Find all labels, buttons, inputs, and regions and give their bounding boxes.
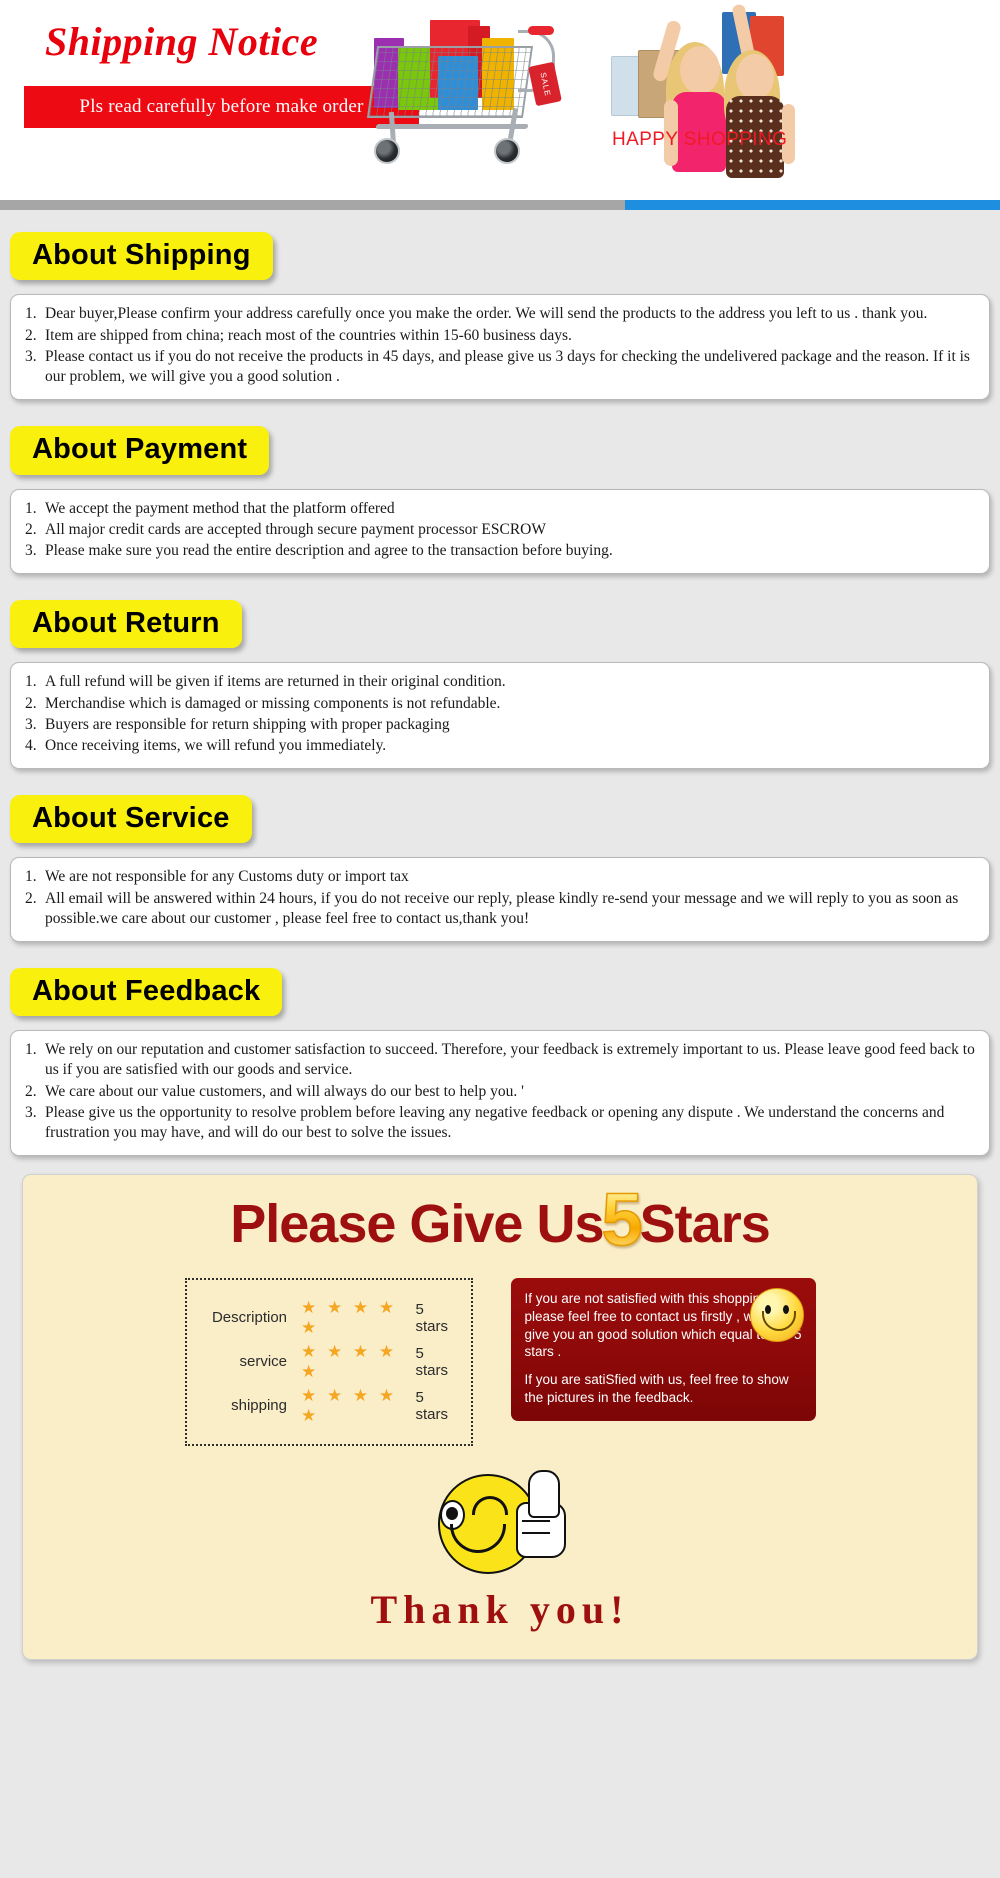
rating-row-service: service ★ ★ ★ ★ ★ 5 stars — [197, 1342, 453, 1382]
divider-bar-gray — [0, 200, 625, 210]
list-item: We are not responsible for any Customs d… — [25, 867, 409, 887]
cart-wheel-right — [494, 138, 520, 164]
rating-value: 5 stars — [415, 1300, 448, 1335]
section-heading-service-label: About Service — [32, 801, 230, 834]
smiley-mouth — [761, 1310, 796, 1331]
ratings-box: Description ★ ★ ★ ★ ★ 5 stars service ★ … — [184, 1277, 473, 1446]
section-heading-return: About Return — [10, 599, 242, 649]
section-body-return: A full refund will be given if items are… — [10, 662, 990, 769]
payment-list: We accept the payment method that the pl… — [25, 499, 975, 562]
rating-value: 5 stars — [415, 1388, 448, 1423]
smiley-face-icon — [749, 1287, 804, 1342]
thank-you-label: Thank you! — [370, 1586, 630, 1632]
list-item: Please give us the opportunity to resolv… — [25, 1103, 945, 1141]
ratings-and-note-row: Description ★ ★ ★ ★ ★ 5 stars service ★ … — [23, 1277, 977, 1446]
sections-container: About Shipping Dear buyer,Please confirm… — [0, 210, 1000, 1660]
list-item: Please contact us if you do not receive … — [25, 347, 970, 385]
cart-basket — [366, 46, 534, 118]
section-heading-service: About Service — [10, 794, 252, 844]
list-item: Item are shipped from china; reach most … — [25, 326, 572, 346]
list-item: Buyers are responsible for return shippi… — [25, 715, 450, 735]
five-stars-panel: Please Give Us 5 Stars Description ★ ★ ★… — [22, 1174, 978, 1660]
section-body-shipping: Dear buyer,Please confirm your address c… — [10, 294, 990, 401]
list-item: Merchandise which is damaged or missing … — [25, 694, 501, 714]
section-about-return: About Return A full refund will be given… — [0, 578, 1000, 769]
give-us-title-before: Please Give Us — [230, 1194, 604, 1255]
satisfaction-note-box: If you are not satisfied with this shopp… — [510, 1277, 816, 1421]
shoppers-illustration — [610, 0, 820, 178]
winking-thumbs-up-icon — [420, 1469, 580, 1582]
rating-label: service — [239, 1353, 287, 1371]
satisfaction-note-paragraph-2: If you are satiSfied with us, feel free … — [524, 1372, 789, 1405]
list-item: All email will be answered within 24 hou… — [25, 889, 959, 927]
section-body-payment: We accept the payment method that the pl… — [10, 488, 990, 574]
section-heading-feedback: About Feedback — [10, 967, 283, 1017]
list-item: We rely on our reputation and customer s… — [25, 1040, 975, 1079]
feedback-list: We rely on our reputation and customer s… — [25, 1040, 975, 1143]
list-item: Once receiving items, we will refund you… — [25, 736, 387, 756]
happy-shopping-label: HAPPY SHOPPING — [612, 129, 788, 150]
section-body-feedback: We rely on our reputation and customer s… — [10, 1030, 990, 1157]
smiley-pupil — [446, 1506, 458, 1520]
section-body-service: We are not responsible for any Customs d… — [10, 857, 990, 942]
list-item: Dear buyer,Please confirm your address c… — [25, 304, 928, 324]
read-carefully-banner-label: Pls read carefully before make order — [79, 96, 364, 117]
rating-row-description: Description ★ ★ ★ ★ ★ 5 stars — [197, 1298, 453, 1338]
section-about-service: About Service We are not responsible for… — [0, 773, 1000, 942]
header-banner-area: Shipping Notice Pls read carefully befor… — [0, 0, 1000, 200]
section-about-payment: About Payment We accept the payment meth… — [0, 404, 1000, 574]
section-heading-shipping-label: About Shipping — [32, 239, 251, 271]
cart-wheel-left — [374, 138, 400, 164]
give-us-title-after: Stars — [639, 1194, 771, 1255]
section-heading-return-label: About Return — [32, 606, 220, 639]
section-about-feedback: About Feedback We rely on our reputation… — [0, 946, 1000, 1157]
list-item: We accept the payment method that the pl… — [25, 499, 395, 519]
shipping-notice-page: Shipping Notice Pls read carefully befor… — [0, 0, 1000, 1680]
give-us-five-stars-title: Please Give Us 5 Stars — [23, 1182, 977, 1257]
section-heading-payment: About Payment — [10, 426, 270, 475]
service-list: We are not responsible for any Customs d… — [25, 867, 975, 928]
cart-frame-bottom — [375, 124, 529, 129]
rating-label: Description — [211, 1309, 287, 1327]
section-heading-shipping: About Shipping — [10, 232, 273, 281]
divider-bars — [0, 200, 1000, 210]
section-about-shipping: About Shipping Dear buyer,Please confirm… — [0, 210, 1000, 401]
five-star-icon-group: ★ ★ ★ ★ ★ — [301, 1385, 398, 1425]
list-item: We care about our value customers, and w… — [25, 1082, 524, 1102]
divider-bar-blue — [625, 200, 1000, 210]
five-star-icon-group: ★ ★ ★ ★ ★ — [301, 1297, 398, 1337]
thumbs-up-knuckle-line-2 — [522, 1531, 550, 1534]
list-item: All major credit cards are accepted thro… — [25, 520, 546, 540]
list-item: Please make sure you read the entire des… — [25, 541, 613, 561]
girl-left-head — [680, 46, 720, 94]
shopping-cart-illustration: SALE — [360, 4, 590, 172]
cart-handle-grip — [528, 26, 554, 35]
thumbs-up-thumb — [528, 1469, 560, 1518]
sale-tag: SALE — [528, 61, 562, 107]
list-item: A full refund will be given if items are… — [25, 672, 506, 692]
big-five-number: 5 — [601, 1178, 644, 1262]
section-heading-payment-label: About Payment — [32, 433, 248, 466]
shipping-list: Dear buyer,Please confirm your address c… — [25, 304, 975, 387]
five-star-icon-group: ★ ★ ★ ★ ★ — [301, 1341, 398, 1381]
thank-you-block: Thank you! — [23, 1469, 977, 1633]
rating-label: shipping — [231, 1397, 287, 1415]
section-heading-feedback-label: About Feedback — [32, 974, 261, 1007]
return-list: A full refund will be given if items are… — [25, 672, 975, 756]
page-title: Shipping Notice — [45, 19, 319, 64]
girl-right-head — [736, 54, 774, 100]
rating-row-shipping: shipping ★ ★ ★ ★ ★ 5 stars — [197, 1386, 453, 1426]
thumbs-up-knuckle-line-1 — [522, 1519, 550, 1522]
rating-value: 5 stars — [415, 1344, 448, 1379]
